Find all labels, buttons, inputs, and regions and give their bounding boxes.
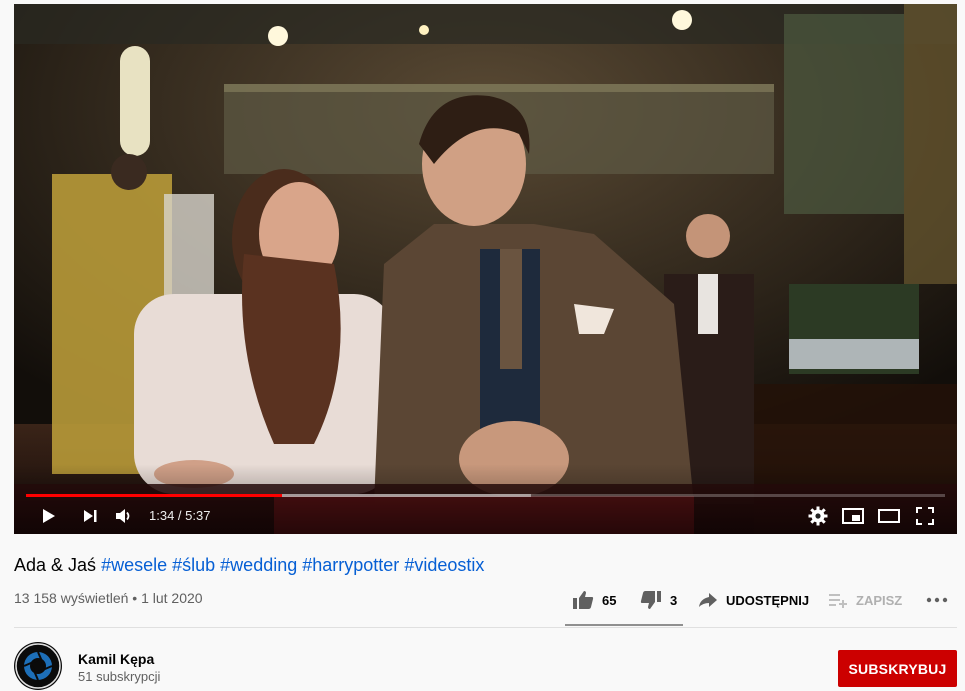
avatar[interactable] <box>14 642 62 690</box>
like-button[interactable]: 65 <box>572 588 616 612</box>
video-player[interactable]: 1:34 / 5:37 <box>14 4 957 534</box>
channel-name[interactable]: Kamil Kępa <box>78 651 154 667</box>
sentiment-bar <box>565 624 683 626</box>
share-label: UDOSTĘPNIJ <box>726 592 810 608</box>
thumbs-up-icon <box>573 591 594 609</box>
dislike-button[interactable]: 3 <box>640 588 677 612</box>
subscriber-count: 51 subskrypcji <box>78 669 161 684</box>
miniplayer-icon <box>842 508 864 524</box>
hashtag-link[interactable]: #harrypotter <box>302 555 399 575</box>
save-button[interactable]: ZAPISZ <box>828 588 902 612</box>
thumbs-down-icon <box>640 591 661 609</box>
fullscreen-icon <box>916 507 934 525</box>
progress-bar[interactable] <box>26 494 945 497</box>
fullscreen-button[interactable] <box>913 504 937 528</box>
playlist-add-icon <box>829 594 847 608</box>
play-icon <box>43 509 55 523</box>
video-title-text: Ada & Jaś <box>14 555 97 575</box>
hashtag-link[interactable]: #ślub <box>172 555 215 575</box>
play-button[interactable] <box>36 504 60 528</box>
progress-played <box>26 494 283 497</box>
video-meta: 13 158 wyświetleń • 1 lut 2020 <box>14 590 203 606</box>
hashtag-link[interactable]: #wesele <box>101 555 167 575</box>
hashtag-link[interactable]: #videostix <box>404 555 484 575</box>
volume-icon <box>116 509 130 523</box>
settings-button[interactable] <box>806 504 830 528</box>
save-label: ZAPISZ <box>856 592 903 608</box>
share-icon <box>699 593 717 607</box>
theater-icon <box>878 509 900 523</box>
hashtag-link[interactable]: #wedding <box>220 555 297 575</box>
video-title: Ada & Jaś #wesele #ślub #wedding #harryp… <box>14 555 484 576</box>
dislike-count: 3 <box>670 592 678 608</box>
theater-mode-button[interactable] <box>877 504 901 528</box>
miniplayer-button[interactable] <box>841 504 865 528</box>
more-horizontal-icon <box>926 597 948 603</box>
next-icon <box>84 510 97 522</box>
divider <box>14 627 957 628</box>
video-frame <box>14 4 957 534</box>
more-actions-button[interactable] <box>926 588 948 612</box>
next-button[interactable] <box>78 504 102 528</box>
channel-logo <box>15 643 61 689</box>
gear-icon <box>808 506 828 526</box>
like-count: 65 <box>602 592 617 608</box>
share-button[interactable]: UDOSTĘPNIJ <box>698 588 809 612</box>
time-display: 1:34 / 5:37 <box>149 508 211 523</box>
volume-button[interactable] <box>112 504 136 528</box>
subscribe-button[interactable]: SUBSKRYBUJ <box>838 650 957 687</box>
